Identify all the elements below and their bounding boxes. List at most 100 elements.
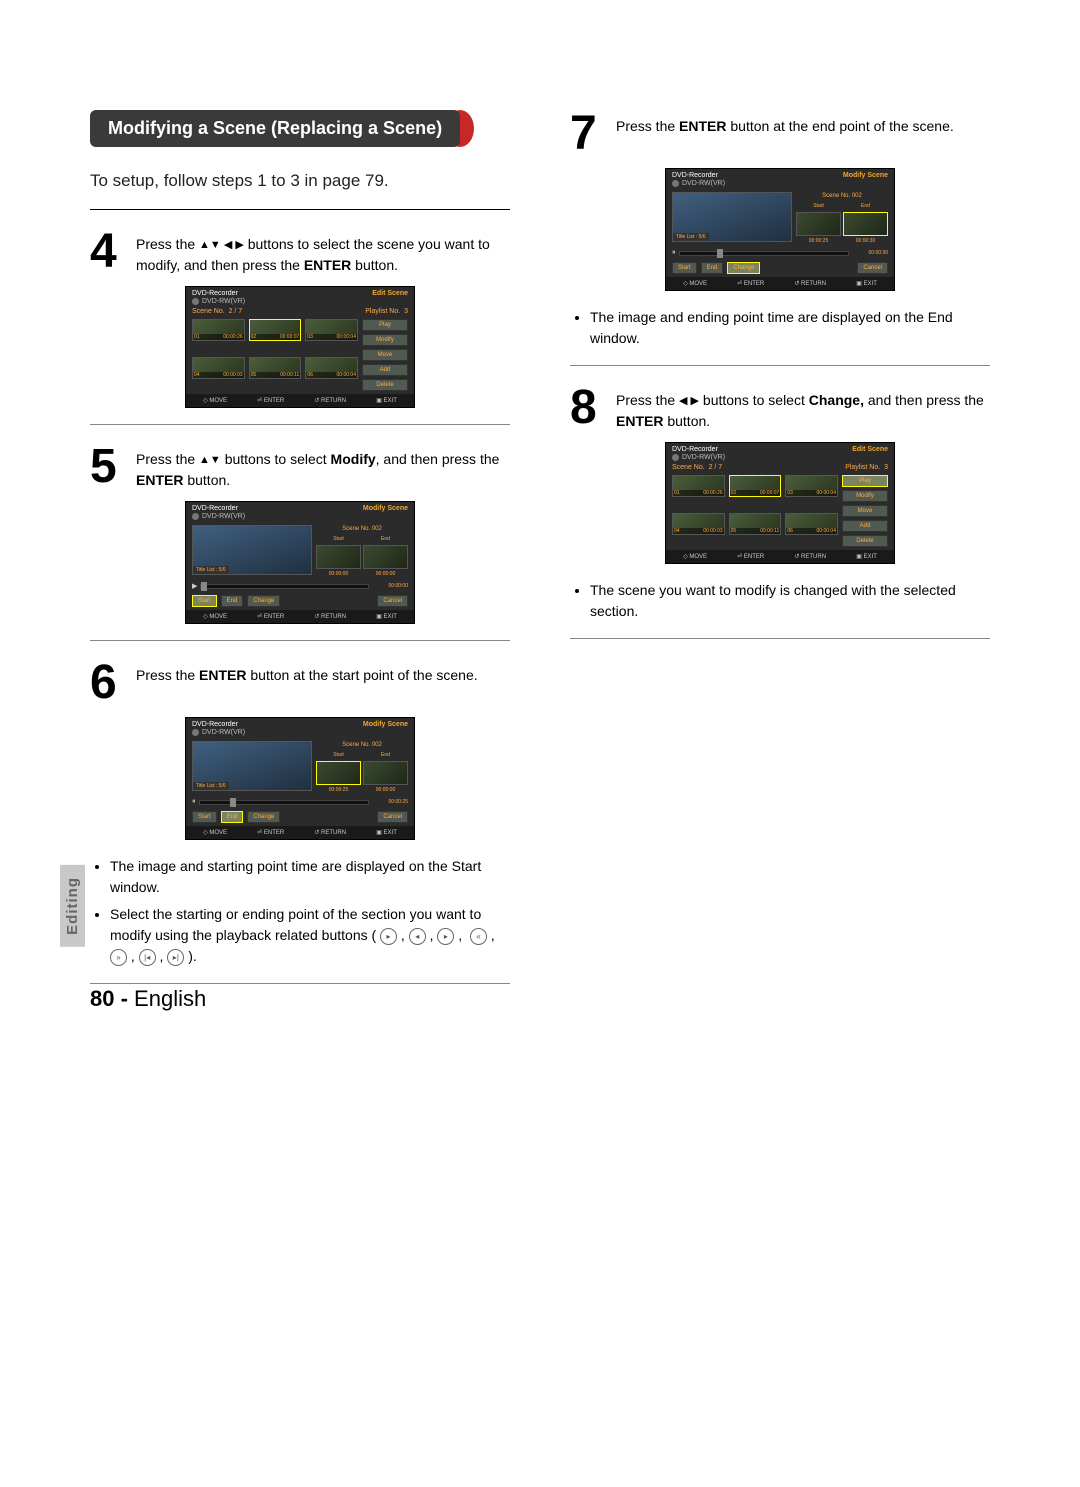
txt: button. xyxy=(663,413,710,429)
txt: , and then press the xyxy=(376,451,500,467)
progress-time: 00:00:00 xyxy=(372,583,408,589)
n: 04 xyxy=(194,372,200,379)
n: 03 xyxy=(787,490,793,497)
scene-thumb: 0500:00:11 xyxy=(249,357,302,379)
skip-back-icon: ◂ xyxy=(409,928,426,945)
hint-exit: ▣ EXIT xyxy=(856,280,877,287)
step-7-notes: The image and ending point time are disp… xyxy=(570,307,990,349)
hint-return: ↺ RETURN xyxy=(314,829,346,836)
t: EXIT xyxy=(384,398,397,404)
end-time: 00:00:00 xyxy=(363,571,408,577)
osd-title: Modify Scene xyxy=(363,721,408,728)
txt: Press the xyxy=(136,667,199,683)
start-label: Start xyxy=(796,202,841,210)
scene-no-label: Scene No. xyxy=(672,464,705,471)
enter-label: ENTER xyxy=(679,118,726,134)
disc-type: DVD-RW(VR) xyxy=(682,454,725,461)
osd-modify-scene-3: DVD-Recorder Modify Scene DVD-RW(VR) Tit… xyxy=(665,168,895,291)
scene-no-label: Scene No. xyxy=(192,308,225,315)
t: 00:00:04 xyxy=(337,334,356,341)
scene-thumb: 04 00:00:03 xyxy=(192,357,245,379)
progress-bar xyxy=(679,251,850,256)
scene-thumb-selected: 0200:00:07 xyxy=(729,475,782,497)
txt: buttons to select xyxy=(221,451,331,467)
t: RETURN xyxy=(321,614,346,620)
start-time: 00:00:00 xyxy=(316,571,361,577)
t: ENTER xyxy=(744,554,764,560)
btn-change: Change xyxy=(727,262,760,274)
t: MOVE xyxy=(689,554,707,560)
left-column: Modifying a Scene (Replacing a Scene) To… xyxy=(90,110,510,1002)
t: MOVE xyxy=(209,614,227,620)
t: 00:00:03 xyxy=(223,372,242,379)
start-thumb xyxy=(796,212,841,236)
t: 00:00:07 xyxy=(280,334,299,341)
step-text: Press the ▲▼ ◀ ▶ buttons to select the s… xyxy=(136,228,510,276)
scene-thumb: 0400:00:03 xyxy=(672,513,725,535)
btn-start: Start xyxy=(192,811,217,823)
t: 00:00:07 xyxy=(760,490,779,497)
playlist-val: 3 xyxy=(404,308,408,315)
right-column: 7 Press the ENTER button at the end poin… xyxy=(570,110,990,1002)
n: 01 xyxy=(674,490,680,497)
txt: button at the start point of the scene. xyxy=(246,667,477,683)
note-item: Select the starting or ending point of t… xyxy=(110,904,510,967)
osd-edit-scene: DVD-Recorder Edit Scene DVD-RW(VR) Scene… xyxy=(185,286,415,408)
hint-exit: ▣ EXIT xyxy=(856,553,877,560)
osd-title: Modify Scene xyxy=(363,505,408,512)
btn-start: Start xyxy=(672,262,697,274)
t: MOVE xyxy=(209,398,227,404)
t: ENTER xyxy=(264,614,284,620)
start-thumb xyxy=(316,761,361,785)
end-thumb xyxy=(363,545,408,569)
scene-no-val: 2 / 7 xyxy=(229,308,243,315)
t: RETURN xyxy=(801,554,826,560)
title-list-label: Title List : 5/6 xyxy=(673,233,709,241)
hint-move: ◇ MOVE xyxy=(203,397,227,404)
step-8-notes: The scene you want to modify is changed … xyxy=(570,580,990,622)
osd-title: Modify Scene xyxy=(843,172,888,179)
note-item: The image and ending point time are disp… xyxy=(590,307,990,349)
end-thumb xyxy=(363,761,408,785)
end-label: End xyxy=(363,535,408,543)
txt: Press the xyxy=(136,236,199,252)
step-number: 7 xyxy=(570,110,606,158)
btn-end: End xyxy=(221,595,244,607)
start-time: 00:00:25 xyxy=(796,238,841,244)
scene-thumbnail-grid: 0100:00:26 0200:00:07 0300:00:04 0400:00… xyxy=(672,475,838,547)
start-thumb xyxy=(316,545,361,569)
step-5: 5 Press the ▲▼ buttons to select Modify,… xyxy=(90,443,510,491)
title-list-label: Title List : 5/6 xyxy=(193,782,229,790)
play-pause-icon: ▸ xyxy=(380,928,397,945)
osd-btn-add: Add xyxy=(842,520,888,532)
enter-label: ENTER xyxy=(616,413,663,429)
t: 00:00:04 xyxy=(817,490,836,497)
disc-icon xyxy=(192,298,199,305)
txt: button. xyxy=(183,472,230,488)
n: 03 xyxy=(307,334,313,341)
osd-footer: ◇ MOVE ⏎ ENTER ↺ RETURN ▣ EXIT xyxy=(666,277,894,290)
osd-title: Edit Scene xyxy=(372,290,408,297)
t: MOVE xyxy=(209,830,227,836)
scene-thumb: 0600:00:04 xyxy=(305,357,358,379)
t: 00:00:11 xyxy=(760,528,779,535)
disc-icon xyxy=(672,180,679,187)
playlist-label: Playlist No. xyxy=(365,308,400,315)
hint-return: ↺ RETURN xyxy=(314,397,346,404)
txt: button. xyxy=(351,257,398,273)
btn-end: End xyxy=(701,262,724,274)
t: ENTER xyxy=(744,281,764,287)
scene-no-val: 2 / 7 xyxy=(709,464,723,471)
osd-device: DVD-Recorder xyxy=(192,290,238,297)
osd-btn-play: Play xyxy=(842,475,888,487)
start-label: Start xyxy=(316,535,361,543)
scene-thumb: 03 00:00:04 xyxy=(305,319,358,341)
end-thumb xyxy=(843,212,888,236)
btn-cancel: Cancel xyxy=(857,262,888,274)
disc-icon xyxy=(192,729,199,736)
btn-change: Change xyxy=(247,595,280,607)
txt: button at the end point of the scene. xyxy=(726,118,953,134)
btn-cancel: Cancel xyxy=(377,595,408,607)
modify-label: Modify xyxy=(331,451,376,467)
osd-btn-move: Move xyxy=(842,505,888,517)
